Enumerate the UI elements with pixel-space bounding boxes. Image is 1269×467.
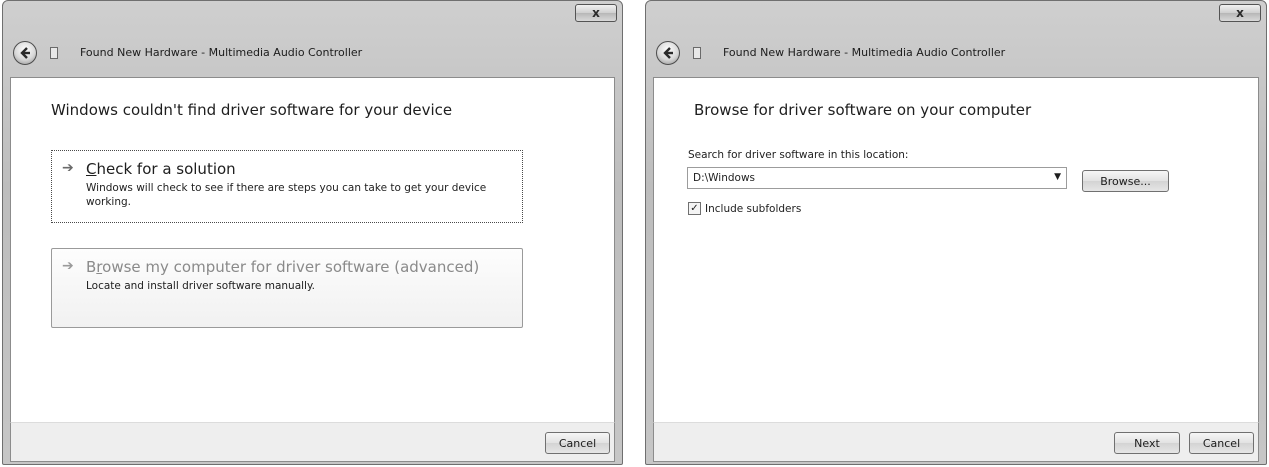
dialog-window-browse-driver: x Found New Hardware - Multimedia Audio …: [645, 0, 1267, 465]
dialog-window-driver-not-found: x Found New Hardware - Multimedia Audio …: [2, 0, 623, 465]
cancel-button[interactable]: Cancel: [545, 432, 610, 454]
option-description: Windows will check to see if there are s…: [86, 182, 487, 208]
location-combobox[interactable]: D:\Windows ▼: [687, 167, 1067, 189]
arrow-right-icon: ➔: [62, 258, 74, 274]
include-subfolders-label[interactable]: Include subfolders: [705, 203, 801, 215]
close-button[interactable]: x: [1219, 4, 1261, 22]
browse-button[interactable]: Browse...: [1082, 170, 1169, 192]
location-label: Search for driver software in this locat…: [688, 149, 909, 161]
hardware-device-icon: [693, 47, 701, 59]
close-button[interactable]: x: [575, 4, 617, 22]
check-for-solution-option[interactable]: ➔ Check for a solution Windows will chec…: [51, 150, 523, 223]
dropdown-arrow-icon[interactable]: ▼: [1054, 172, 1061, 182]
back-button[interactable]: [13, 41, 37, 65]
browse-computer-option[interactable]: ➔ Browse my computer for driver software…: [51, 248, 523, 328]
arrow-right-icon: ➔: [62, 160, 74, 176]
page-heading: Browse for driver software on your compu…: [694, 101, 1032, 119]
location-value: D:\Windows: [693, 172, 756, 184]
cancel-button[interactable]: Cancel: [1189, 432, 1254, 454]
content-area: Browse for driver software on your compu…: [653, 77, 1259, 422]
back-button[interactable]: [656, 41, 680, 65]
dialog-title: Found New Hardware - Multimedia Audio Co…: [723, 46, 1006, 59]
dialog-title: Found New Hardware - Multimedia Audio Co…: [80, 46, 363, 59]
back-arrow-icon: [20, 47, 30, 59]
back-arrow-icon: [663, 47, 673, 59]
dialog-header: Found New Hardware - Multimedia Audio Co…: [9, 27, 616, 79]
option-description: Locate and install driver software manua…: [86, 280, 316, 292]
close-icon: x: [592, 6, 600, 20]
page-heading: Windows couldn't find driver software fo…: [51, 101, 453, 119]
content-area: Windows couldn't find driver software fo…: [10, 77, 615, 422]
next-button[interactable]: Next: [1114, 432, 1180, 454]
option-title: Browse my computer for driver software (…: [86, 258, 480, 276]
option-title: Check for a solution: [86, 160, 236, 178]
hardware-device-icon: [50, 47, 58, 59]
button-bar: Next Cancel: [653, 422, 1259, 462]
close-icon: x: [1236, 6, 1244, 20]
include-subfolders-checkbox[interactable]: ✓: [688, 202, 701, 215]
dialog-header: Found New Hardware - Multimedia Audio Co…: [652, 27, 1260, 79]
include-subfolders-row[interactable]: ✓ Include subfolders: [688, 202, 801, 215]
checkmark-icon: ✓: [690, 202, 699, 214]
button-bar: Cancel: [10, 422, 615, 462]
